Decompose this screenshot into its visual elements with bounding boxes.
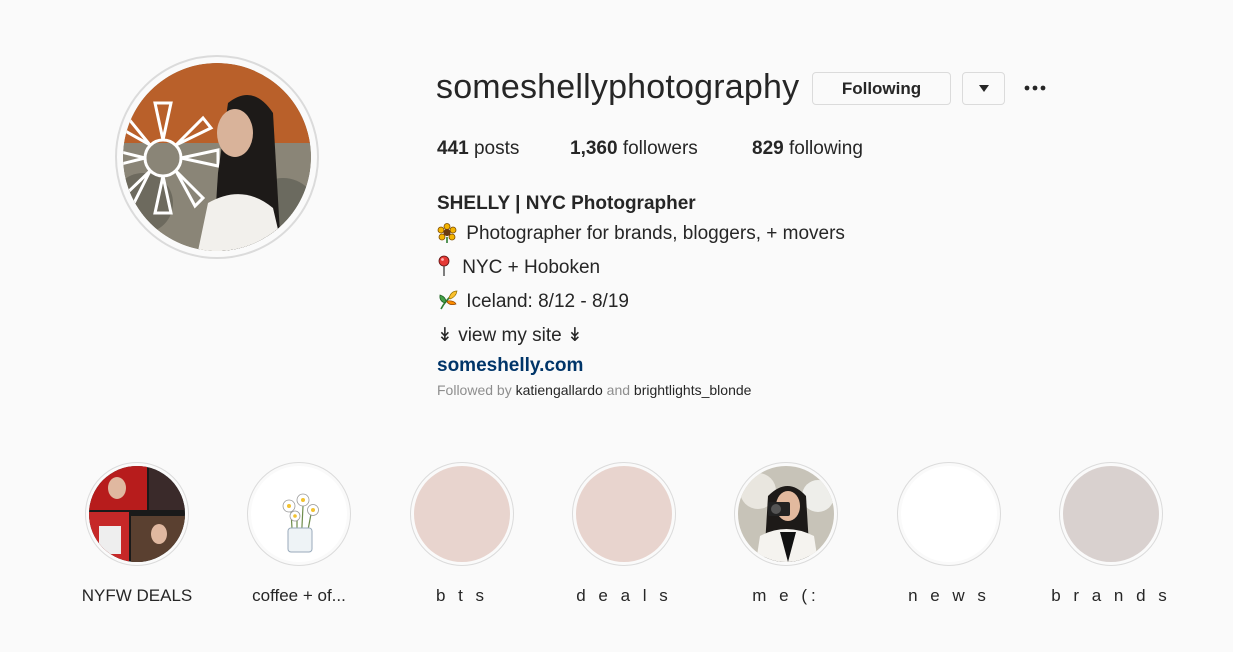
- highlight-cover: [85, 462, 189, 566]
- highlight-label: NYFW DEALS: [81, 586, 193, 605]
- highlight-image: [251, 466, 347, 562]
- highlight-me[interactable]: m e (:: [701, 462, 871, 606]
- highlight-color-cover: [901, 466, 997, 562]
- highlight-label: coffee + of...: [252, 586, 346, 605]
- highlight-image: [89, 466, 185, 562]
- followers-stat[interactable]: 1,360 followers: [570, 138, 698, 160]
- avatar-image: [123, 63, 311, 251]
- highlight-cover: [734, 462, 838, 566]
- highlight-cover: [572, 462, 676, 566]
- followed-by-prefix: Followed by: [437, 382, 512, 398]
- highlight-nyfw-deals[interactable]: NYFW DEALS: [52, 462, 222, 606]
- followed-by: Followed by katiengallardo and brightlig…: [437, 382, 751, 398]
- followers-count: 1,360: [570, 138, 618, 159]
- highlight-cover: [1059, 462, 1163, 566]
- highlight-label: d e a l s: [576, 586, 672, 605]
- followed-by-user-1[interactable]: katiengallardo: [516, 382, 603, 398]
- highlight-color-cover: [1063, 466, 1159, 562]
- highlight-cover: [410, 462, 514, 566]
- ellipsis-icon: [1024, 85, 1046, 91]
- bio-website-link[interactable]: someshelly.com: [437, 351, 845, 381]
- highlight-brands[interactable]: b r a n d s: [1026, 462, 1196, 606]
- following-count: 829: [752, 138, 784, 159]
- highlight-coffee[interactable]: coffee + of...: [214, 462, 384, 606]
- highlight-deals[interactable]: d e a l s: [539, 462, 709, 606]
- highlight-label: m e (:: [752, 586, 820, 605]
- bio-line-1-text: Photographer for brands, bloggers, + mov…: [466, 223, 845, 244]
- sunflower-icon: [437, 223, 461, 253]
- profile-full-name: SHELLY | NYC Photographer: [437, 193, 696, 214]
- round-pushpin-icon: [437, 255, 457, 287]
- profile-bio: SHELLY | NYC Photographer Photographer f…: [437, 189, 845, 381]
- bio-line-3-text: Iceland: 8/12 - 8/19: [466, 291, 629, 312]
- caret-down-icon: [978, 84, 989, 92]
- profile-avatar[interactable]: [115, 55, 319, 259]
- following-stat[interactable]: 829 following: [752, 138, 863, 160]
- bio-line-2: NYC + Hoboken: [437, 253, 845, 287]
- following-label: following: [788, 138, 863, 159]
- highlight-cover: [897, 462, 1001, 566]
- highlight-label: b t s: [435, 586, 489, 605]
- profile-username: someshellyphotography: [436, 68, 800, 106]
- posts-count: 441: [437, 138, 469, 159]
- bio-line-2-text: NYC + Hoboken: [462, 257, 601, 278]
- highlight-color-cover: [414, 466, 510, 562]
- highlight-label: n e w s: [908, 586, 990, 605]
- highlight-image: [738, 466, 834, 562]
- highlight-cover: [247, 462, 351, 566]
- bio-line-1: Photographer for brands, bloggers, + mov…: [437, 219, 845, 253]
- posts-label: posts: [473, 138, 520, 159]
- following-button[interactable]: Following: [812, 72, 951, 105]
- suggestions-dropdown-button[interactable]: [962, 72, 1005, 105]
- followed-by-user-2[interactable]: brightlights_blonde: [634, 382, 752, 398]
- highlight-label: b r a n d s: [1051, 586, 1171, 605]
- herb-icon: [437, 289, 461, 321]
- highlight-news[interactable]: n e w s: [864, 462, 1034, 606]
- bio-line-4: ↡ view my site ↡: [437, 325, 583, 346]
- bio-line-3: Iceland: 8/12 - 8/19: [437, 287, 845, 321]
- followers-label: followers: [622, 138, 698, 159]
- highlight-bts[interactable]: b t s: [377, 462, 547, 606]
- more-options-button[interactable]: [1020, 74, 1050, 102]
- posts-stat: 441 posts: [437, 138, 519, 160]
- highlight-color-cover: [576, 466, 672, 562]
- followed-by-and: and: [606, 382, 631, 398]
